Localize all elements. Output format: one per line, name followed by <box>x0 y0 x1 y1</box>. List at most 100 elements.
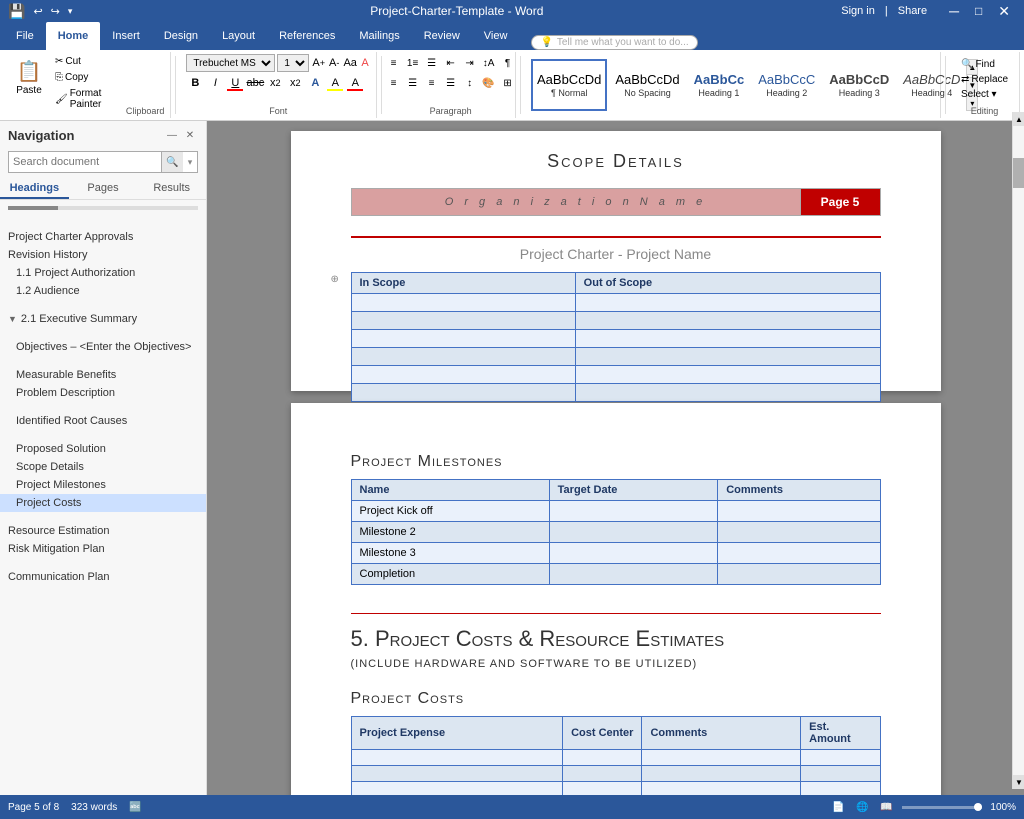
subscript-btn[interactable]: x2 <box>266 74 284 92</box>
style-heading1-btn[interactable]: AaBbCc Heading 1 <box>688 59 751 111</box>
milestone-row: Milestone 2 <box>351 522 880 543</box>
scroll-down-btn[interactable]: ▼ <box>1013 775 1024 789</box>
nav-item-approvals[interactable]: Project Charter Approvals <box>0 228 206 246</box>
tab-home[interactable]: Home <box>46 22 101 50</box>
tab-layout[interactable]: Layout <box>210 22 267 50</box>
style-normal-btn[interactable]: AaBbCcDd ¶ Normal <box>531 59 607 111</box>
nav-slider[interactable] <box>8 206 198 210</box>
document-area[interactable]: Scope Details O r g a n i z a t i o n N … <box>207 121 1024 798</box>
style-no-spacing-btn[interactable]: AaBbCcDd No Spacing <box>609 59 685 111</box>
nav-item-milestones[interactable]: Project Milestones <box>0 476 206 494</box>
nav-item-exec-summary[interactable]: ▼ 2.1 Executive Summary <box>0 310 206 328</box>
nav-search-btn[interactable]: 🔍 <box>161 152 183 172</box>
align-left-btn[interactable]: ≡ <box>385 74 403 92</box>
milestone-date <box>549 564 718 585</box>
highlight-btn[interactable]: A <box>326 74 344 92</box>
redo-btn[interactable]: ↪ <box>51 5 60 18</box>
tab-mailings[interactable]: Mailings <box>347 22 411 50</box>
nav-collapse-btn[interactable]: — <box>164 127 180 143</box>
tab-file[interactable]: File <box>4 22 46 50</box>
nav-item-objectives[interactable]: Objectives – <Enter the Objectives> <box>0 338 206 356</box>
web-view-btn[interactable]: 🌐 <box>854 799 870 815</box>
shrink-font-btn[interactable]: A- <box>328 54 340 72</box>
text-effect-btn[interactable]: A <box>306 74 324 92</box>
nav-item-comms[interactable]: Communication Plan <box>0 568 206 586</box>
bullets-btn[interactable]: ≡ <box>385 54 403 72</box>
minimize-btn[interactable]: ─ <box>943 3 965 19</box>
nav-item-audience[interactable]: 1.2 Audience <box>0 282 206 300</box>
nav-tab-pages[interactable]: Pages <box>69 179 138 199</box>
scroll-thumb[interactable] <box>1013 158 1024 188</box>
decrease-indent-btn[interactable]: ⇤ <box>442 54 460 72</box>
sort-btn[interactable]: ↕A <box>480 54 498 72</box>
tab-references[interactable]: References <box>267 22 347 50</box>
nav-item-auth[interactable]: 1.1 Project Authorization <box>0 264 206 282</box>
superscript-btn[interactable]: x2 <box>286 74 304 92</box>
borders-btn[interactable]: ⊞ <box>499 74 517 92</box>
paste-button[interactable]: 📋 Paste <box>10 54 48 99</box>
replace-button[interactable]: ⇄ Replace <box>957 73 1012 86</box>
align-center-btn[interactable]: ☰ <box>404 74 422 92</box>
restore-btn[interactable]: □ <box>969 4 988 18</box>
main-container: Navigation — ✕ 🔍 ▾ Headings Pages Result… <box>0 121 1024 798</box>
italic-button[interactable]: I <box>206 74 224 92</box>
nav-item-root-causes[interactable]: Identified Root Causes <box>0 412 206 430</box>
change-case-btn[interactable]: Aa <box>342 54 357 72</box>
separator-3 <box>520 56 521 114</box>
zoom-slider[interactable] <box>902 806 982 809</box>
nav-item-scope[interactable]: Scope Details <box>0 458 206 476</box>
sign-in-btn[interactable]: Sign in <box>841 5 875 17</box>
nav-item-risk[interactable]: Risk Mitigation Plan <box>0 540 206 558</box>
nav-item-problem[interactable]: Problem Description <box>0 384 206 402</box>
page-info: Page 5 of 8 <box>8 802 59 813</box>
nav-item-revision[interactable]: Revision History <box>0 246 206 264</box>
tab-insert[interactable]: Insert <box>100 22 152 50</box>
share-btn[interactable]: Share <box>898 5 927 17</box>
grow-font-btn[interactable]: A+ <box>311 54 326 72</box>
copy-button[interactable]: ⎘ Copy <box>50 70 124 85</box>
style-heading2-btn[interactable]: AaBbCcC Heading 2 <box>752 59 821 111</box>
read-view-btn[interactable]: 📖 <box>878 799 894 815</box>
tell-me-box[interactable]: 💡 Tell me what you want to do... <box>531 35 697 50</box>
style-heading3-btn[interactable]: AaBbCcD Heading 3 <box>823 59 895 111</box>
tab-review[interactable]: Review <box>412 22 472 50</box>
right-scrollbar[interactable]: ▲ ▼ <box>1012 112 1024 789</box>
expand-icon[interactable]: ⊕ <box>331 274 339 285</box>
title-bar-right: Sign in | Share ─ □ ✕ <box>841 3 1016 20</box>
nav-item-resource[interactable]: Resource Estimation <box>0 522 206 540</box>
nav-tab-results[interactable]: Results <box>137 179 206 199</box>
nav-close-btn[interactable]: ✕ <box>182 127 198 143</box>
justify-btn[interactable]: ☰ <box>442 74 460 92</box>
increase-indent-btn[interactable]: ⇥ <box>461 54 479 72</box>
print-view-btn[interactable]: 📄 <box>830 799 846 815</box>
nav-tab-headings[interactable]: Headings <box>0 179 69 199</box>
numbering-btn[interactable]: 1≡ <box>404 54 422 72</box>
font-face-select[interactable]: Trebuchet MS <box>186 54 275 72</box>
align-right-btn[interactable]: ≡ <box>423 74 441 92</box>
tab-design[interactable]: Design <box>152 22 210 50</box>
font-color-btn[interactable]: A <box>346 74 364 92</box>
undo-btn[interactable]: ↩ <box>33 5 42 18</box>
shading-btn[interactable]: 🎨 <box>480 74 498 92</box>
select-button[interactable]: Select ▾ <box>957 88 1012 101</box>
scroll-up-btn[interactable]: ▲ <box>1013 112 1024 126</box>
strikethrough-btn[interactable]: abc <box>246 74 264 92</box>
nav-item-costs[interactable]: Project Costs <box>0 494 206 512</box>
format-painter-button[interactable]: 🖌 Format Painter <box>50 86 124 112</box>
nav-search-input[interactable] <box>9 154 161 170</box>
show-marks-btn[interactable]: ¶ <box>499 54 517 72</box>
clear-format-btn[interactable]: A <box>360 54 370 72</box>
multilevel-btn[interactable]: ☰ <box>423 54 441 72</box>
nav-item-measurable[interactable]: Measurable Benefits <box>0 366 206 384</box>
close-btn[interactable]: ✕ <box>992 3 1016 20</box>
tab-view[interactable]: View <box>472 22 520 50</box>
find-button[interactable]: 🔍 Find <box>957 58 1012 71</box>
line-spacing-btn[interactable]: ↕ <box>461 74 479 92</box>
font-size-select[interactable]: 10 <box>277 54 309 72</box>
bold-button[interactable]: B <box>186 74 204 92</box>
paragraph-group: ≡ 1≡ ☰ ⇤ ⇥ ↕A ¶ ≡ ☰ ≡ ☰ ↕ 🎨 ⊞ <box>386 52 516 118</box>
nav-item-proposed[interactable]: Proposed Solution <box>0 440 206 458</box>
nav-search-dropdown[interactable]: ▾ <box>183 157 197 168</box>
cut-button[interactable]: ✂ Cut <box>50 54 124 69</box>
underline-button[interactable]: U <box>226 74 244 92</box>
